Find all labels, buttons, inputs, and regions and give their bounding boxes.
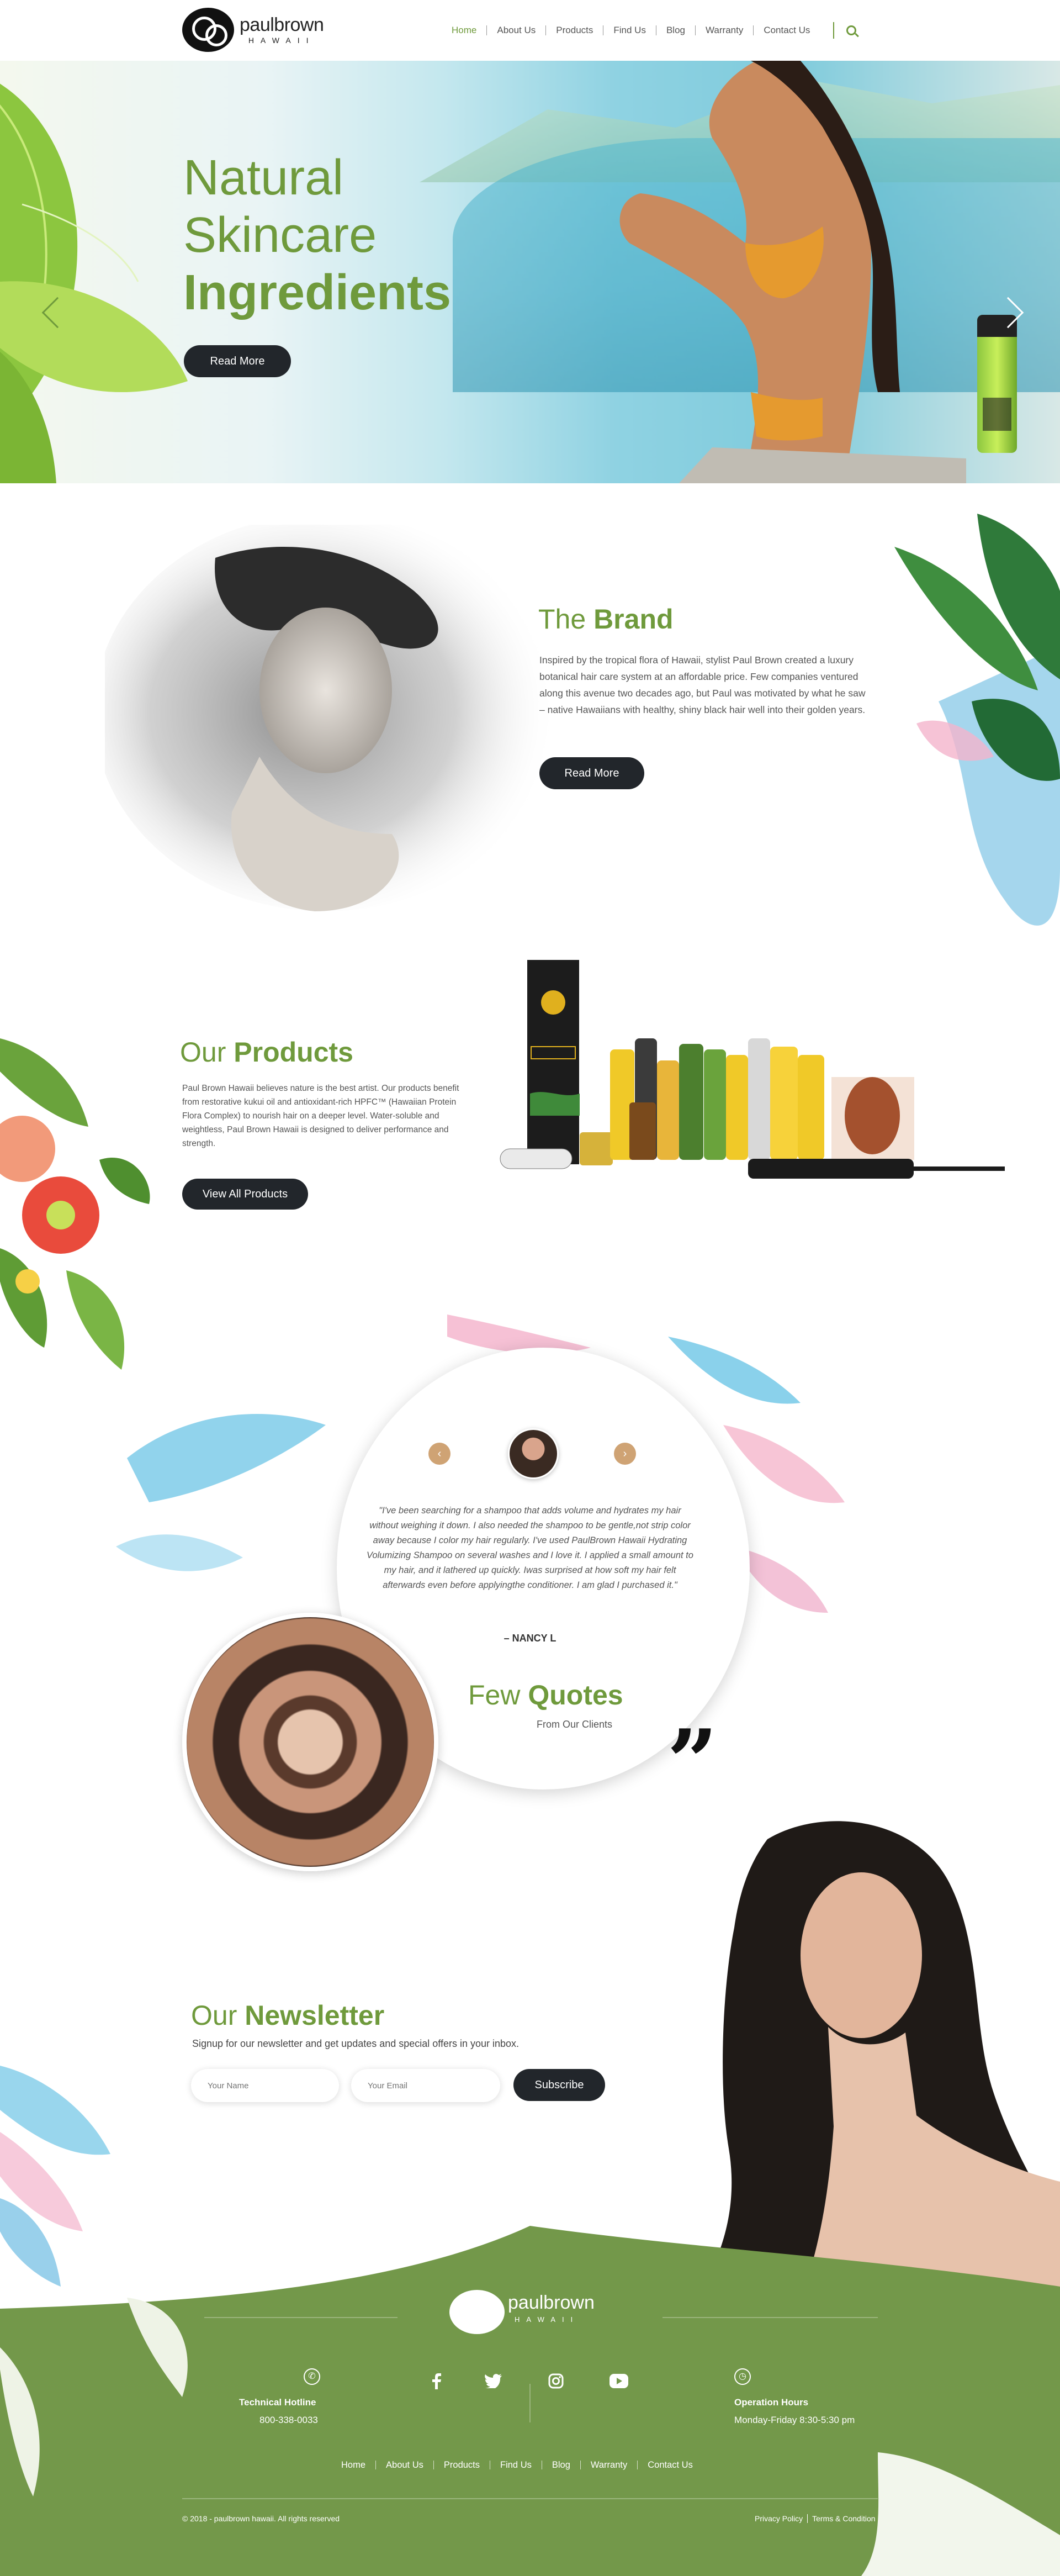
footer-link-about-us[interactable]: About Us [375, 2461, 433, 2469]
footer-link-find-us[interactable]: Find Us [490, 2461, 542, 2469]
hotline-label: Technical Hotline [239, 2397, 316, 2408]
subscribe-button[interactable]: Subscribe [513, 2069, 605, 2101]
clients-group-photo [182, 1613, 438, 1871]
brand-read-more-button[interactable]: Read More [539, 757, 644, 789]
youtube-icon[interactable] [610, 2372, 628, 2390]
testimonial-text: "I've been searching for a shampoo that … [367, 1506, 693, 1590]
hotline-number[interactable]: 800-338-0033 [259, 2415, 318, 2426]
nav-contact-us[interactable]: Contact Us [753, 25, 820, 35]
footer-logo-wordmark: paulbrown [508, 2292, 595, 2313]
site-logo[interactable]: paulbrown HAWAII [182, 8, 324, 52]
copyright-text: © 2018 - paulbrown hawaii. All rights re… [182, 2514, 340, 2523]
view-all-products-button[interactable]: View All Products [182, 1179, 308, 1210]
footer-link-products[interactable]: Products [433, 2461, 490, 2469]
brand-title: The Brand [538, 604, 674, 635]
brand-description: Inspired by the tropical flora of Hawaii… [539, 654, 866, 715]
legal-links: Privacy Policy Terms & Condition [755, 2514, 876, 2523]
hero-model-image [619, 61, 966, 483]
hours-value: Monday-Friday 8:30-5:30 pm [734, 2415, 855, 2425]
products-title: Our Products [180, 1037, 353, 1068]
nav-find-us[interactable]: Find Us [603, 25, 656, 35]
product-range-image [500, 960, 1005, 1179]
hero-title: Natural Skincare Ingredients [183, 150, 452, 320]
quote-next-button[interactable]: › [614, 1443, 636, 1465]
nav-blog[interactable]: Blog [655, 25, 695, 35]
footer-link-blog[interactable]: Blog [541, 2461, 580, 2469]
footer-logo-mark-icon[interactable] [449, 2290, 505, 2334]
instagram-icon[interactable] [547, 2372, 565, 2390]
site-footer [0, 2226, 1060, 2576]
search-icon[interactable] [846, 25, 857, 35]
twitter-icon[interactable] [484, 2372, 502, 2390]
hero-slider: Natural Skincare Ingredients Read More [0, 61, 1060, 483]
quote-mark-icon: ” [667, 1710, 718, 1814]
newsletter-subtitle: Signup for our newsletter and get update… [192, 2038, 520, 2049]
clock-icon: ◷ [734, 2368, 751, 2385]
quotes-title: Few Quotes [468, 1680, 623, 1711]
main-nav: Home About Us Products Find Us Blog Warr… [452, 22, 857, 39]
terms-link[interactable]: Terms & Condition [808, 2514, 875, 2523]
testimonial-avatar [508, 1428, 559, 1479]
newsletter-title: Our Newsletter [191, 2000, 385, 2031]
facebook-icon[interactable] [427, 2372, 446, 2390]
quote-prev-button[interactable]: ‹ [428, 1443, 451, 1465]
logo-wordmark: paulbrown [240, 14, 324, 35]
hero-read-more-button[interactable]: Read More [184, 345, 291, 377]
newsletter-email-input[interactable] [351, 2069, 500, 2102]
site-header: paulbrown HAWAII Home About Us Products … [0, 0, 1060, 61]
nav-warranty[interactable]: Warranty [695, 25, 753, 35]
newsletter-name-input[interactable] [191, 2069, 339, 2102]
phone-icon: ✆ [304, 2368, 320, 2385]
hours-label: Operation Hours [734, 2397, 809, 2408]
nav-products[interactable]: Products [545, 25, 603, 35]
footer-link-contact-us[interactable]: Contact Us [637, 2461, 703, 2469]
products-description: Paul Brown Hawaii believes nature is the… [182, 1084, 459, 1148]
footer-nav: Home About Us Products Find Us Blog Warr… [341, 2461, 703, 2470]
tropical-leaves-decoration [894, 514, 1060, 926]
testimonial-author: – NANCY L [504, 1633, 556, 1644]
logo-mark-icon [182, 8, 234, 52]
logo-subtitle: HAWAII [248, 36, 315, 45]
footer-link-home[interactable]: Home [341, 2461, 375, 2470]
hero-leaf-image [0, 83, 188, 483]
hero-product-bottle [977, 315, 1017, 453]
nav-divider [833, 22, 835, 39]
nav-home[interactable]: Home [452, 25, 486, 35]
privacy-policy-link[interactable]: Privacy Policy [755, 2514, 808, 2523]
brand-model-image [105, 525, 558, 911]
nav-about-us[interactable]: About Us [486, 25, 545, 35]
footer-logo-subtitle: HAWAII [515, 2315, 580, 2324]
footer-link-warranty[interactable]: Warranty [580, 2461, 637, 2469]
quotes-subtitle: From Our Clients [537, 1719, 613, 1730]
